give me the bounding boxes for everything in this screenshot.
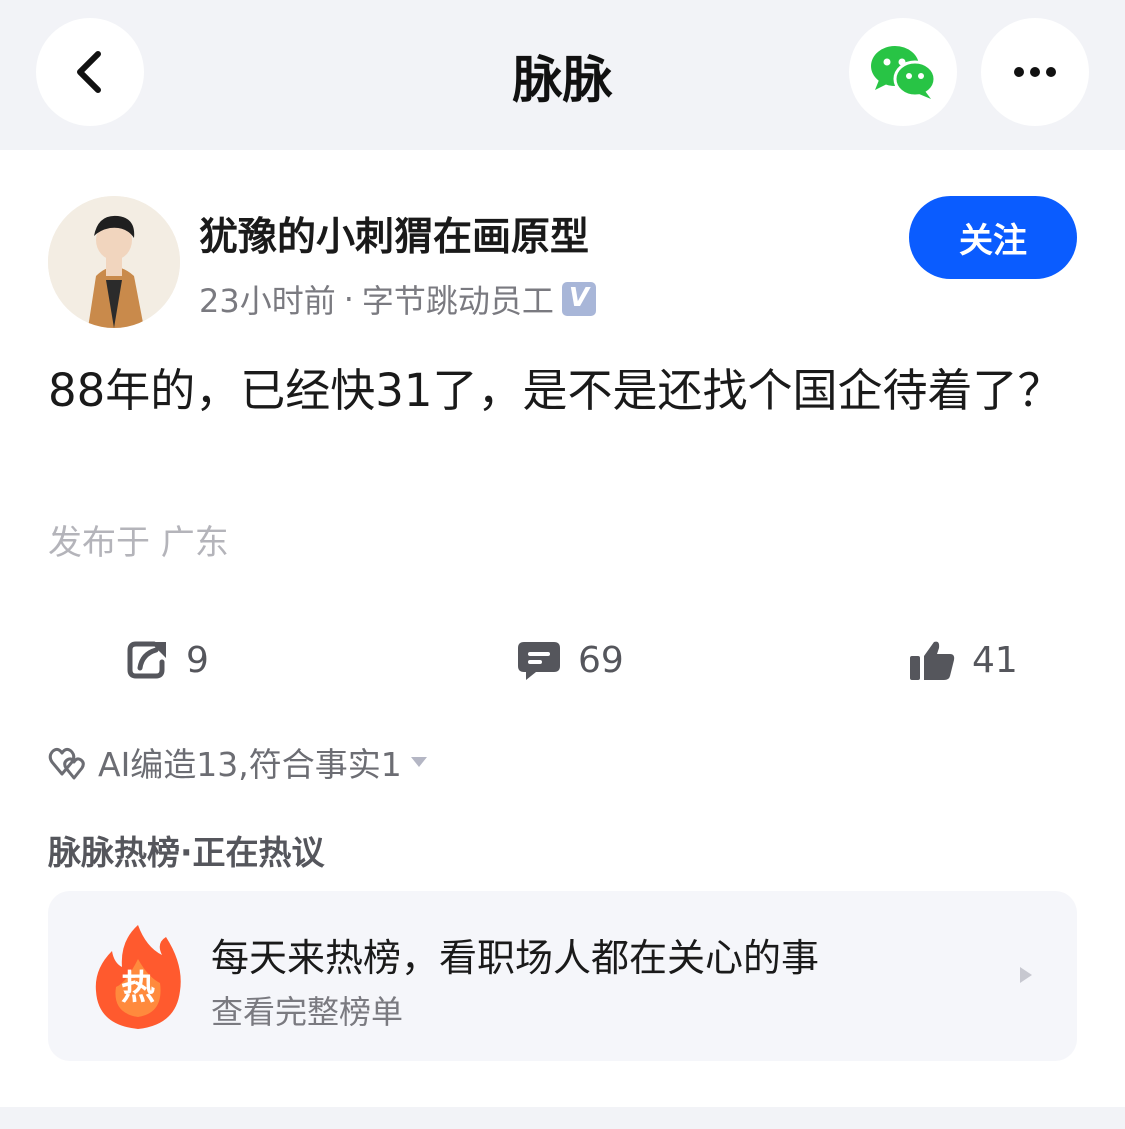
more-dots-icon [1014, 67, 1056, 77]
hot-list-heading: 脉脉热榜·正在热议 [48, 833, 325, 872]
hot-list-card[interactable]: 热 每天来热榜，看职场人都在关心的事 查看完整榜单 [48, 891, 1077, 1061]
avatar-illustration [48, 196, 180, 328]
ai-summary: AI编造13,符合事实1 [98, 745, 402, 784]
comment-count: 69 [578, 639, 624, 681]
ai-hearts-icon [48, 747, 85, 780]
verified-badge-icon: V [561, 282, 596, 316]
ai-fact-check[interactable]: AI编造13,符合事实1 [48, 738, 428, 786]
author-company: 字节跳动员工 [361, 282, 554, 320]
wechat-icon [871, 46, 937, 99]
author-name[interactable]: 犹豫的小刺猬在画原型 [199, 206, 589, 262]
more-button[interactable] [981, 18, 1089, 126]
like-action[interactable]: 41 [908, 632, 1018, 688]
top-nav-bar: 脉脉 [0, 0, 1125, 150]
post-time: 23小时前 [199, 282, 336, 320]
caret-down-icon [410, 757, 427, 767]
author-avatar[interactable] [48, 196, 180, 328]
post-location: 发布于 广东 [48, 523, 229, 563]
follow-button[interactable]: 关注 [909, 196, 1077, 279]
section-divider [0, 1107, 1125, 1129]
hot-badge-text: 热 [121, 968, 155, 1008]
share-count: 9 [186, 639, 209, 681]
author-meta: 23小时前 · 字节跳动员工 V [199, 276, 596, 322]
hot-list-subtitle: 查看完整榜单 [211, 993, 404, 1031]
like-count: 41 [972, 639, 1018, 681]
arrow-right-icon [1020, 967, 1032, 983]
meta-separator: · [343, 280, 354, 318]
thumbs-up-icon [910, 641, 955, 680]
wechat-share-button[interactable] [849, 18, 957, 126]
comment-icon [518, 642, 560, 680]
post-content: 88年的，已经快31了，是不是还找个国企待着了？ [48, 364, 1063, 417]
verified-badge-text: V [568, 283, 589, 313]
comment-action[interactable]: 69 [516, 632, 624, 688]
flame-icon: 热 [95, 925, 181, 1029]
share-action[interactable]: 9 [124, 632, 209, 688]
share-icon [127, 641, 166, 679]
hot-list-title: 每天来热榜，看职场人都在关心的事 [211, 936, 820, 980]
